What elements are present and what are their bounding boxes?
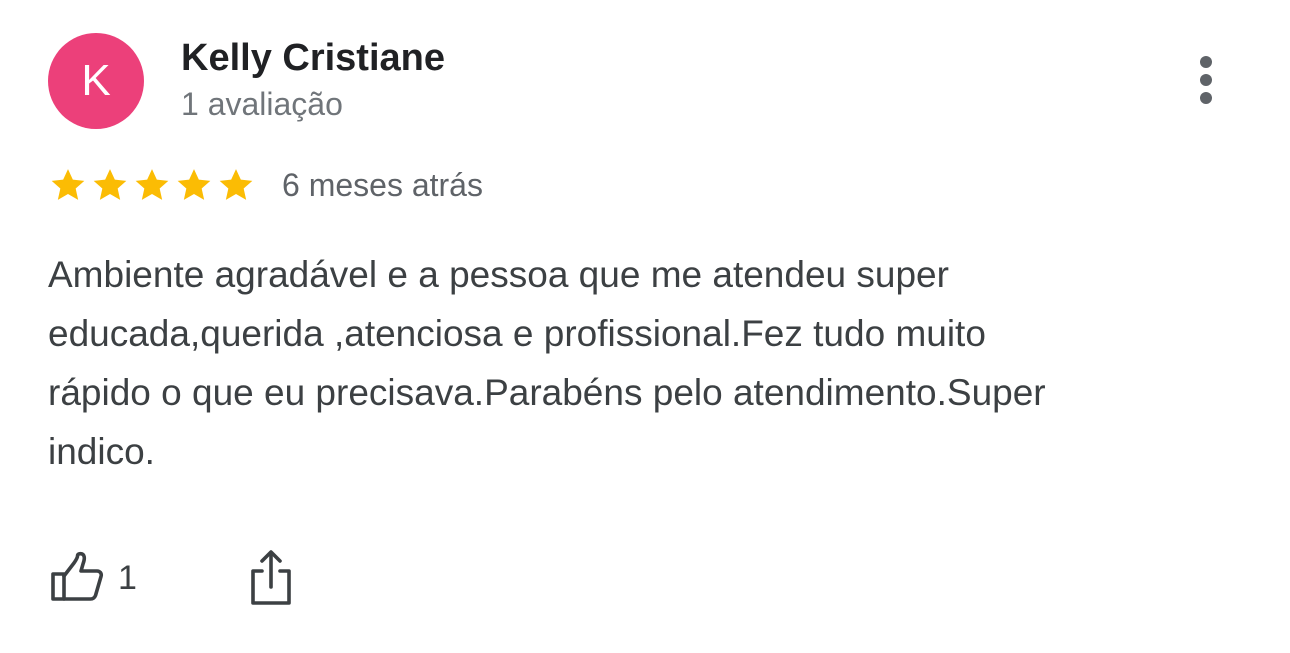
- more-options-button[interactable]: [1186, 50, 1226, 110]
- avatar[interactable]: K: [48, 33, 144, 129]
- avatar-initial: K: [81, 56, 111, 105]
- more-vert-icon-dot: [1200, 92, 1212, 104]
- star-icon: [51, 169, 85, 200]
- review-actions: 1: [48, 548, 300, 608]
- star-icon: [219, 169, 253, 200]
- star-icon: [93, 169, 127, 200]
- rating-row: 6 meses atrás: [48, 163, 483, 207]
- star-icon: [177, 169, 211, 200]
- review-text-line: indico.: [48, 431, 155, 472]
- star-icon: [135, 169, 169, 200]
- like-button[interactable]: 1: [48, 549, 137, 607]
- review-text-line: Ambiente agradável e a pessoa que me ate…: [48, 254, 949, 295]
- thumb-up-icon: [51, 551, 104, 601]
- like-count: 1: [118, 558, 137, 597]
- more-vert-icon: [1200, 56, 1212, 68]
- review-text: Ambiente agradável e a pessoa que me ate…: [48, 245, 1238, 481]
- star-rating: [48, 165, 256, 205]
- reviewer-review-count: 1 avaliação: [181, 86, 343, 122]
- reviewer-name[interactable]: Kelly Cristiane: [181, 36, 445, 80]
- review-text-line: rápido o que eu precisava.Parabéns pelo …: [48, 372, 1046, 413]
- share-icon: [251, 550, 291, 605]
- review-date: 6 meses atrás: [282, 166, 483, 203]
- more-vert-icon-dot: [1200, 74, 1212, 86]
- share-button[interactable]: [242, 549, 300, 607]
- review-text-line: educada,querida ,atenciosa e profissiona…: [48, 313, 986, 354]
